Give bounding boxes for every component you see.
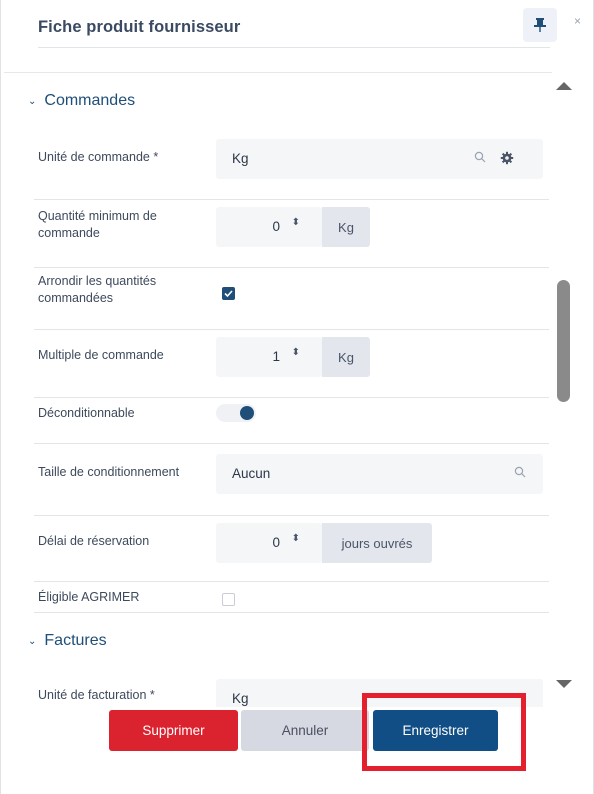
form-body[interactable]: ⌄ Commandes Unité de commande * Kg Quant… [4,72,552,707]
multiple-input[interactable]: 1 ⬍ [216,337,322,377]
multiple-value: 1 [272,349,280,364]
deconditionnable-label: Déconditionnable [38,406,135,420]
row-divider [34,397,549,398]
unite-commande-label: Unité de commande * [38,150,159,164]
delai-label: Délai de réservation [38,534,150,548]
highlight-box [362,693,526,771]
spinner-icon[interactable]: ⬍ [292,218,300,228]
chevron-down-icon: ⌄ [28,635,37,647]
unite-facturation-label: Unité de facturation * [38,688,155,702]
agrimer-checkbox[interactable] [222,593,235,606]
delete-button[interactable]: Supprimer [109,710,238,751]
header: Fiche produit fournisseur × [4,0,594,72]
row-divider [34,329,549,330]
page-title: Fiche produit fournisseur [38,18,241,36]
chevron-down-icon: ⌄ [28,95,37,107]
arrondir-checkbox[interactable] [222,287,235,300]
section-factures-title: Factures [44,632,107,649]
scroll-up-icon[interactable] [556,82,572,90]
deconditionnable-toggle[interactable] [216,404,256,422]
check-icon [224,290,233,298]
arrondir-label: Arrondir les quantités commandées [38,274,157,305]
spinner-icon[interactable]: ⬍ [292,348,300,358]
quantite-min-unit: Kg [322,207,370,247]
scroll-thumb[interactable] [557,280,570,402]
delai-input[interactable]: 0 ⬍ [216,523,322,563]
scrollbar[interactable] [552,72,576,707]
taille-field[interactable]: Aucun [216,454,543,494]
quantite-min-input[interactable]: 0 ⬍ [216,207,322,247]
row-divider [34,612,549,613]
quantite-min-value: 0 [272,219,280,234]
header-divider [38,47,550,48]
search-icon[interactable] [514,466,526,478]
section-factures[interactable]: ⌄ Factures [28,632,107,650]
delai-value: 0 [272,535,280,550]
pin-icon [534,18,546,32]
section-commandes[interactable]: ⌄ Commandes [28,92,135,110]
row-divider [34,199,549,200]
row-divider [34,443,549,444]
search-icon[interactable] [474,151,486,163]
unite-commande-value: Kg [232,151,249,166]
taille-label: Taille de conditionnement [38,465,180,479]
agrimer-label: Éligible AGRIMER [38,590,140,604]
row-divider [34,581,549,582]
spinner-icon[interactable]: ⬍ [292,534,300,544]
toggle-knob [240,406,254,420]
quantite-min-label: Quantité minimum de commande [38,209,157,240]
multiple-unit: Kg [322,337,370,377]
unite-facturation-value: Kg [232,691,249,706]
gear-icon[interactable] [500,151,514,165]
section-commandes-title: Commandes [44,92,136,109]
scroll-down-icon[interactable] [556,680,572,688]
row-divider [34,267,549,268]
unite-commande-field[interactable]: Kg [216,139,543,179]
multiple-label: Multiple de commande [38,348,164,362]
delai-unit: jours ouvrés [322,523,432,563]
close-icon[interactable]: × [574,14,581,28]
cancel-button[interactable]: Annuler [241,710,369,751]
taille-value: Aucun [232,466,271,481]
row-divider [34,515,549,516]
pin-button[interactable] [523,8,557,42]
